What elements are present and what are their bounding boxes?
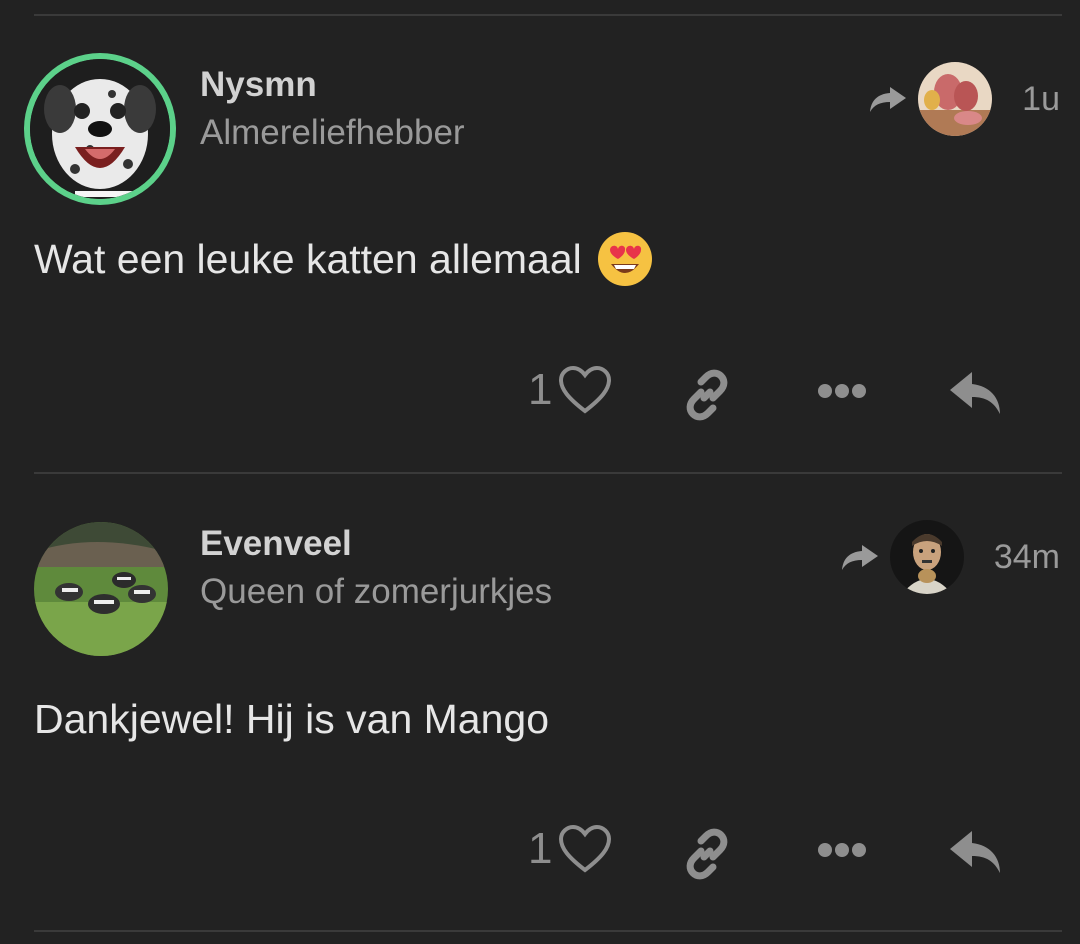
post-2: Evenveel Queen of zomerjurkjes 34m Dankj… [0,0,1080,944]
share-arrow-icon [841,545,878,570]
like-count: 1 [528,824,553,873]
reply-icon [950,831,1000,873]
man-portrait-avatar-image [889,520,964,594]
author-avatar[interactable] [34,522,168,656]
link-icon [686,828,728,880]
more-button[interactable] [815,840,869,860]
post-text: Dankjewel! Hij is van Mango [34,695,550,742]
author-title: Queen of zomerjurkjes [200,572,553,611]
more-dots-icon [818,843,866,857]
post-actions: 1 [0,824,1080,884]
post-meta: 34m [840,520,1060,594]
badgers-avatar-image [34,522,168,656]
link-button[interactable] [680,827,734,881]
post-body: Dankjewel! Hij is van Mango [34,694,549,744]
bottom-divider [34,930,1062,932]
heart-outline-icon [559,824,612,873]
reply-button[interactable] [948,829,1004,877]
author-name[interactable]: Evenveel [200,524,352,564]
reply-to-avatar[interactable] [889,520,964,594]
post-timestamp: 34m [993,537,1060,576]
like-button[interactable]: 1 [528,824,612,874]
